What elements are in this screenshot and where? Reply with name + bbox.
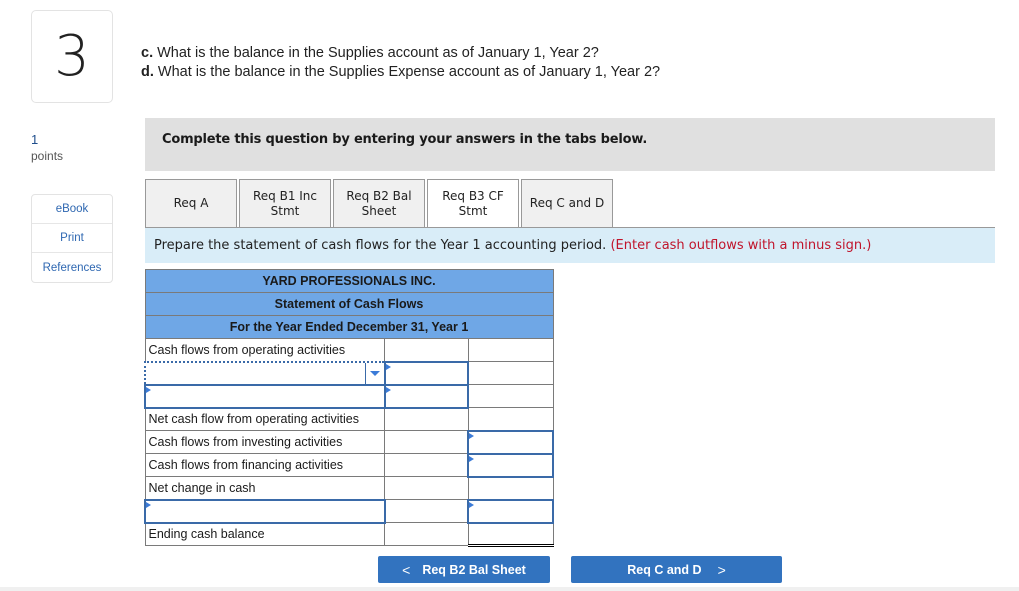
ebook-link[interactable]: eBook	[32, 195, 112, 224]
empty-cell	[467, 407, 554, 431]
empty-cell	[384, 476, 469, 500]
empty-cell	[467, 338, 554, 362]
table-row	[144, 360, 554, 386]
empty-cell	[384, 430, 469, 454]
table-row	[144, 383, 554, 409]
next-button[interactable]: Req C and D >	[571, 556, 782, 583]
chevron-left-icon: <	[402, 561, 411, 578]
empty-cell	[467, 384, 554, 408]
empty-cell	[384, 406, 469, 431]
table-row: Net change in cash	[144, 475, 554, 500]
investing-label: Cash flows from investing activities	[144, 430, 386, 454]
tab-req-b1-inc-stmt[interactable]: Req B1 Inc Stmt	[239, 179, 331, 227]
statement-period: For the Year Ended December 31, Year 1	[144, 315, 554, 339]
empty-cell	[384, 338, 469, 362]
operating-item-input-2[interactable]	[144, 383, 386, 409]
question-number: 3	[54, 23, 90, 89]
references-link[interactable]: References	[32, 253, 112, 282]
prev-button[interactable]: < Req B2 Bal Sheet	[378, 556, 550, 583]
statement-title: Statement of Cash Flows	[144, 292, 554, 316]
question-c: c. What is the balance in the Supplies a…	[141, 45, 599, 61]
prompt-note: (Enter cash outflows with a minus sign.)	[610, 238, 872, 253]
print-link[interactable]: Print	[32, 224, 112, 253]
points: 1 points	[31, 132, 63, 164]
bottom-divider	[0, 587, 1019, 591]
ending-cash-label: Ending cash balance	[144, 522, 386, 546]
tab-req-c-and-d[interactable]: Req C and D	[521, 179, 613, 227]
table-row: Ending cash balance	[144, 521, 554, 547]
prompt-bar: Prepare the statement of cash flows for …	[145, 227, 995, 263]
operating-amount-input-1[interactable]	[383, 360, 470, 386]
tab-bar: Req A Req B1 Inc Stmt Req B2 Bal Sheet R…	[145, 179, 615, 227]
empty-cell	[467, 361, 554, 385]
ending-cash-amount	[467, 521, 554, 547]
side-menu: eBook Print References	[31, 194, 113, 283]
tab-req-b2-bal-sheet[interactable]: Req B2 Bal Sheet	[333, 179, 425, 227]
operating-header-label: Cash flows from operating activities	[144, 338, 386, 362]
empty-cell	[467, 475, 554, 500]
table-row: Net cash flow from operating activities	[144, 406, 554, 431]
investing-amount-input[interactable]	[467, 429, 554, 455]
chevron-down-icon[interactable]	[364, 362, 384, 384]
tab-req-b3-cf-stmt[interactable]: Req B3 CF Stmt	[427, 179, 519, 227]
empty-cell	[384, 522, 469, 546]
table-row	[144, 498, 554, 524]
table-row: Cash flows from investing activities	[144, 429, 554, 455]
table-row: Cash flows from operating activities	[144, 338, 554, 362]
table-row: Cash flows from financing activities	[144, 452, 554, 478]
beginning-amount-input[interactable]	[467, 498, 554, 524]
company-name: YARD PROFESSIONALS INC.	[144, 269, 554, 293]
net-change-label: Net change in cash	[144, 476, 386, 500]
tab-req-a[interactable]: Req A	[145, 179, 237, 227]
prompt-text: Prepare the statement of cash flows for …	[154, 238, 611, 253]
instruction-bar: Complete this question by entering your …	[145, 118, 995, 171]
next-button-label: Req C and D	[627, 562, 702, 577]
points-label: points	[31, 149, 64, 163]
net-operating-label: Net cash flow from operating activities	[144, 407, 386, 431]
operating-item-select[interactable]	[144, 360, 386, 386]
chevron-right-icon: >	[717, 561, 726, 578]
financing-amount-input[interactable]	[467, 452, 554, 478]
operating-amount-input-2[interactable]	[383, 383, 470, 409]
question-text: c. What is the balance in the Supplies a…	[141, 44, 660, 82]
financing-label: Cash flows from financing activities	[144, 453, 386, 477]
prev-button-label: Req B2 Bal Sheet	[422, 562, 526, 577]
empty-cell	[384, 499, 469, 523]
question-d: d. What is the balance in the Supplies E…	[141, 64, 661, 80]
beginning-label-input[interactable]	[144, 498, 386, 524]
question-number-box: 3	[31, 10, 113, 103]
cash-flow-statement: YARD PROFESSIONALS INC. Statement of Cas…	[144, 269, 554, 547]
empty-cell	[384, 453, 469, 477]
points-value: 1	[31, 132, 39, 147]
